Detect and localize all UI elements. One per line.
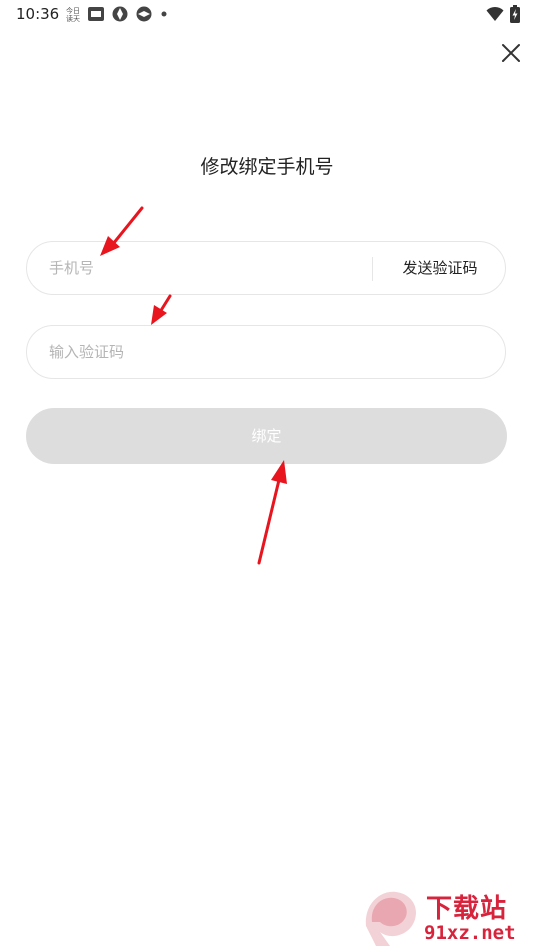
close-button[interactable] [496,38,526,68]
page-title: 修改绑定手机号 [200,156,334,178]
notification-icons: 今日 读天 [66,5,168,23]
status-time: 10:36 [16,5,60,23]
arrow-to-bind-button [257,460,287,565]
svg-text:读天: 读天 [66,14,80,22]
verification-code-input[interactable] [49,326,479,378]
phone-field: 发送验证码 [26,241,506,295]
status-bar: 10:36 今日 读天 [0,0,534,30]
battery-charging-icon [510,5,520,23]
svg-text:今日: 今日 [66,6,80,15]
site-logo-icon [365,891,416,946]
news-app-icon [88,7,104,21]
arrow-to-code-field [151,294,172,325]
bind-button[interactable]: 绑定 [26,408,507,464]
annotation-arrows [100,206,287,565]
app-notification-icon: 今日 读天 [66,6,80,22]
system-status-icons [486,4,520,24]
phone-input[interactable] [49,242,369,294]
site-watermark: 下载站 91xz.net [360,886,532,948]
aperture-icon [112,6,128,22]
watermark-domain: 91xz.net [424,922,516,944]
send-code-button[interactable]: 发送验证码 [373,242,507,294]
more-notifications-dot-icon [161,11,167,17]
watermark-logo-text: 下载站 [426,894,508,924]
code-field [26,325,506,379]
close-icon [502,44,520,62]
wifi-icon [486,6,504,21]
aperture-icon-2 [136,6,152,22]
